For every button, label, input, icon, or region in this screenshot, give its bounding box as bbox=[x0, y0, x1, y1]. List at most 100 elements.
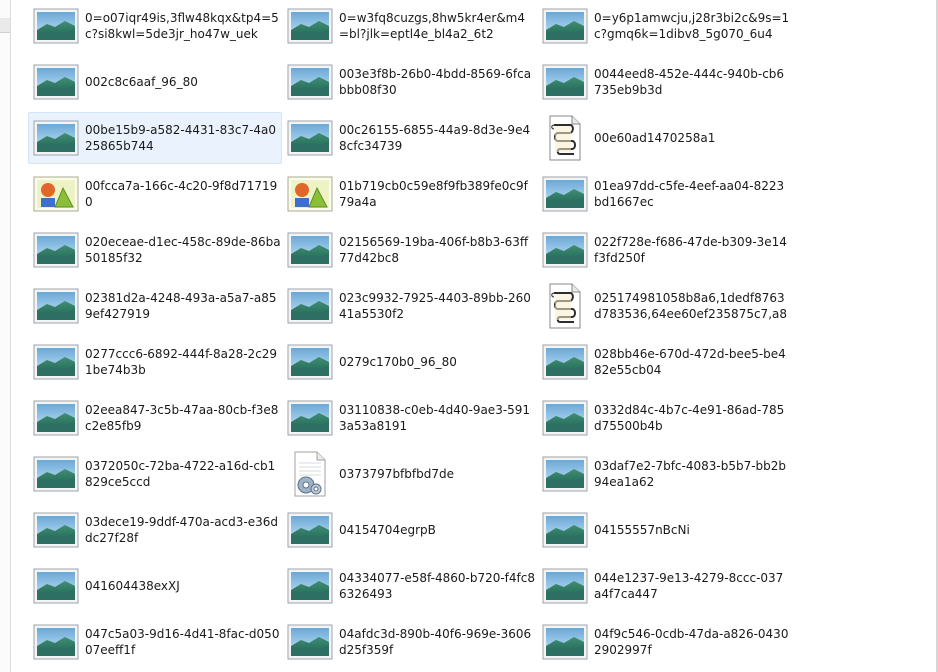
file-item[interactable]: 0372050c-72ba-4722-a16d-cb1829ce5ccd bbox=[28, 448, 282, 500]
file-item[interactable]: 002c8c6aaf_96_80 bbox=[28, 56, 282, 108]
file-name: 0372050c-72ba-4722-a16d-cb1829ce5ccd bbox=[85, 459, 276, 489]
script-icon bbox=[542, 115, 588, 161]
file-name: 002c8c6aaf_96_80 bbox=[85, 75, 198, 89]
file-item[interactable]: 04f9c546-0cdb-47da-a826-04302902997f bbox=[537, 616, 791, 668]
image-shapes-icon bbox=[287, 175, 333, 213]
file-item[interactable]: 0277ccc6-6892-444f-8a28-2c291be74b3b bbox=[28, 336, 282, 388]
file-name: 0279c170b0_96_80 bbox=[339, 355, 457, 369]
file-item[interactable]: 02381d2a-4248-493a-a5a7-a859ef427919 bbox=[28, 280, 282, 332]
file-item[interactable]: 0373797bfbfbd7de bbox=[282, 448, 537, 500]
file-item[interactable]: 047c5a03-9d16-4d41-8fac-d05007eeff1f bbox=[28, 616, 282, 668]
file-item[interactable]: 02eea847-3c5b-47aa-80cb-f3e8c2e85fb9 bbox=[28, 392, 282, 444]
photo-icon bbox=[542, 511, 588, 549]
photo-icon bbox=[542, 399, 588, 437]
file-list: 0=o07iqr49is,3flw48kqx&tp4=5c?si8kwl=5de… bbox=[28, 0, 808, 672]
file-item[interactable]: 04afdc3d-890b-40f6-969e-3606d25f359f bbox=[282, 616, 537, 668]
file-item[interactable]: 03daf7e2-7bfc-4083-b5b7-bb2b94ea1a62 bbox=[537, 448, 791, 500]
file-name: 03110838-c0eb-4d40-9ae3-5913a53a8191 bbox=[339, 403, 531, 433]
photo-icon bbox=[33, 231, 79, 269]
file-item[interactable]: 028bb46e-670d-472d-bee5-be482e55cb04 bbox=[537, 336, 791, 388]
photo-icon bbox=[542, 567, 588, 605]
photo-icon bbox=[287, 119, 333, 157]
pane-tab bbox=[0, 18, 10, 33]
photo-icon bbox=[33, 511, 79, 549]
file-name: 022f728e-f686-47de-b309-3e14f3fd250f bbox=[594, 235, 787, 265]
file-name: 0=w3fq8cuzgs,8hw5kr4er&m4=bl?jlk=eptl4e_… bbox=[339, 11, 526, 41]
file-name: 00fcca7a-166c-4c20-9f8d717190 bbox=[85, 179, 278, 209]
file-item[interactable]: 020eceae-d1ec-458c-89de-86ba50185f32 bbox=[28, 224, 282, 276]
file-name: 03daf7e2-7bfc-4083-b5b7-bb2b94ea1a62 bbox=[594, 459, 787, 489]
system-file-icon bbox=[287, 451, 333, 497]
file-name: 023c9932-7925-4403-89bb-26041a5530f2 bbox=[339, 291, 531, 321]
file-item[interactable]: 0=o07iqr49is,3flw48kqx&tp4=5c?si8kwl=5de… bbox=[28, 0, 282, 52]
photo-icon bbox=[287, 63, 333, 101]
photo-icon bbox=[33, 399, 79, 437]
photo-icon bbox=[33, 63, 79, 101]
file-name: 04154704egrpB bbox=[339, 523, 436, 537]
photo-icon bbox=[33, 7, 79, 45]
photo-icon bbox=[287, 399, 333, 437]
file-item[interactable]: 00be15b9-a582-4431-83c7-4a025865b744 bbox=[28, 112, 282, 164]
photo-icon bbox=[33, 343, 79, 381]
photo-icon bbox=[542, 7, 588, 45]
file-item[interactable]: 022f728e-f686-47de-b309-3e14f3fd250f bbox=[537, 224, 791, 276]
file-name: 028bb46e-670d-472d-bee5-be482e55cb04 bbox=[594, 347, 786, 377]
file-name: 003e3f8b-26b0-4bdd-8569-6fcabbb08f30 bbox=[339, 67, 532, 97]
file-item[interactable]: 03dece19-9ddf-470a-acd3-e36ddc27f28f bbox=[28, 504, 282, 556]
file-item[interactable]: 02156569-19ba-406f-b8b3-63ff77d42bc8 bbox=[282, 224, 537, 276]
file-item[interactable]: 025174981058b8a6,1dedf8763d783536,64ee60… bbox=[537, 280, 791, 332]
file-name: 03dece19-9ddf-470a-acd3-e36ddc27f28f bbox=[85, 515, 279, 545]
file-item[interactable]: 041604438exXJ bbox=[28, 560, 282, 612]
file-item[interactable]: 00c26155-6855-44a9-8d3e-9e48cfc34739 bbox=[282, 112, 537, 164]
photo-icon bbox=[287, 343, 333, 381]
file-name: 00be15b9-a582-4431-83c7-4a025865b744 bbox=[85, 123, 277, 153]
file-item[interactable]: 04334077-e58f-4860-b720-f4fc86326493 bbox=[282, 560, 537, 612]
photo-icon bbox=[287, 623, 333, 661]
file-item[interactable]: 0332d84c-4b7c-4e91-86ad-785d75500b4b bbox=[537, 392, 791, 444]
file-name: 0044eed8-452e-444c-940b-cb6735eb9b3d bbox=[594, 67, 785, 97]
photo-icon bbox=[542, 63, 588, 101]
photo-icon bbox=[542, 231, 588, 269]
file-name: 04155557nBcNi bbox=[594, 523, 690, 537]
file-item[interactable]: 01ea97dd-c5fe-4eef-aa04-8223bd1667ec bbox=[537, 168, 791, 220]
file-name: 04afdc3d-890b-40f6-969e-3606d25f359f bbox=[339, 627, 532, 657]
file-name: 0277ccc6-6892-444f-8a28-2c291be74b3b bbox=[85, 347, 278, 377]
photo-icon bbox=[33, 623, 79, 661]
file-name: 025174981058b8a6,1dedf8763d783536,64ee60… bbox=[594, 291, 787, 321]
photo-icon bbox=[33, 119, 79, 157]
photo-icon bbox=[542, 343, 588, 381]
photo-icon bbox=[287, 231, 333, 269]
file-item[interactable]: 00fcca7a-166c-4c20-9f8d717190 bbox=[28, 168, 282, 220]
photo-icon bbox=[287, 511, 333, 549]
file-item[interactable]: 0=w3fq8cuzgs,8hw5kr4er&m4=bl?jlk=eptl4e_… bbox=[282, 0, 537, 52]
file-name: 0332d84c-4b7c-4e91-86ad-785d75500b4b bbox=[594, 403, 785, 433]
file-item[interactable]: 04154704egrpB bbox=[282, 504, 537, 556]
file-item[interactable]: 023c9932-7925-4403-89bb-26041a5530f2 bbox=[282, 280, 537, 332]
file-name: 01b719cb0c59e8f9fb389fe0c9f79a4a bbox=[339, 179, 528, 209]
file-name: 0=o07iqr49is,3flw48kqx&tp4=5c?si8kwl=5de… bbox=[85, 11, 279, 41]
file-name: 00e60ad1470258a1 bbox=[594, 131, 716, 145]
photo-icon bbox=[287, 287, 333, 325]
file-item[interactable]: 04155557nBcNi bbox=[537, 504, 791, 556]
photo-icon bbox=[542, 175, 588, 213]
file-item[interactable]: 044e1237-9e13-4279-8ccc-037a4f7ca447 bbox=[537, 560, 791, 612]
file-item[interactable]: 003e3f8b-26b0-4bdd-8569-6fcabbb08f30 bbox=[282, 56, 537, 108]
file-name: 020eceae-d1ec-458c-89de-86ba50185f32 bbox=[85, 235, 281, 265]
file-name: 044e1237-9e13-4279-8ccc-037a4f7ca447 bbox=[594, 571, 784, 601]
file-name: 02eea847-3c5b-47aa-80cb-f3e8c2e85fb9 bbox=[85, 403, 279, 433]
file-item[interactable]: 00e60ad1470258a1 bbox=[537, 112, 791, 164]
photo-icon bbox=[33, 567, 79, 605]
file-item[interactable]: 03110838-c0eb-4d40-9ae3-5913a53a8191 bbox=[282, 392, 537, 444]
file-item[interactable]: 0279c170b0_96_80 bbox=[282, 336, 537, 388]
file-name: 02156569-19ba-406f-b8b3-63ff77d42bc8 bbox=[339, 235, 529, 265]
photo-icon bbox=[287, 7, 333, 45]
photo-icon bbox=[287, 567, 333, 605]
file-item[interactable]: 0044eed8-452e-444c-940b-cb6735eb9b3d bbox=[537, 56, 791, 108]
file-item[interactable]: 01b719cb0c59e8f9fb389fe0c9f79a4a bbox=[282, 168, 537, 220]
file-item[interactable]: 0=y6p1amwcju,j28r3bi2c&9s=1c?gmq6k=1dibv… bbox=[537, 0, 791, 52]
image-shapes-icon bbox=[33, 175, 79, 213]
file-name: 02381d2a-4248-493a-a5a7-a859ef427919 bbox=[85, 291, 277, 321]
script-icon bbox=[542, 283, 588, 329]
photo-icon bbox=[33, 455, 79, 493]
file-name: 04f9c546-0cdb-47da-a826-04302902997f bbox=[594, 627, 789, 657]
